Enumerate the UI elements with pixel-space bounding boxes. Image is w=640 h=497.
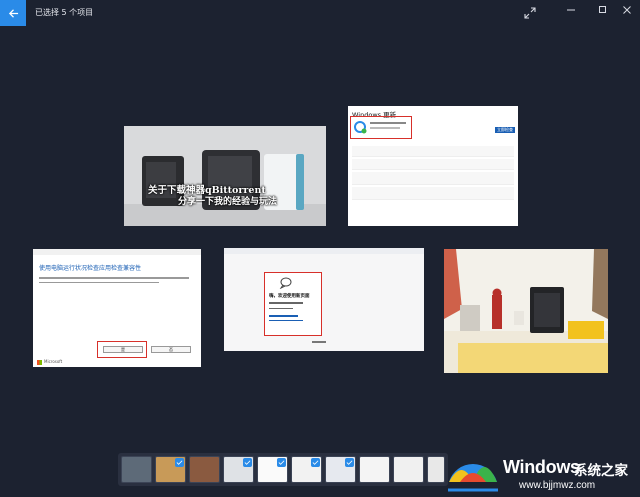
photo-new-page[interactable]: 嗨，欢迎使用新页面	[224, 248, 424, 351]
page-heading: 嗨，欢迎使用新页面	[269, 294, 310, 299]
photo-desk-nas[interactable]	[444, 249, 608, 373]
filmstrip	[118, 453, 448, 486]
photo-nas-devices[interactable]: 关于下载神器qBittorrent 分享一下我的经验与玩法	[124, 126, 326, 226]
thumbnail[interactable]	[393, 456, 424, 483]
title-bar: 已选择 5 个项目	[0, 0, 640, 26]
watermark-logo: Windows 系统之家 www.bjjmwz.com	[441, 438, 640, 497]
maximize-icon	[599, 6, 606, 13]
photo-pc-health-dialog[interactable]: 使用电脑运行状况检查应用检查兼容性 是 否 Microsoft	[33, 249, 201, 367]
update-status-bar-2	[370, 127, 400, 129]
no-button[interactable]: 否	[151, 346, 191, 353]
checkmark-icon	[243, 458, 252, 467]
thumbnail-selected[interactable]	[325, 456, 356, 483]
speech-bubble-icon	[279, 277, 292, 289]
thumbnail[interactable]	[359, 456, 390, 483]
minimize-icon	[567, 9, 575, 11]
dialog-titlebar	[33, 249, 201, 255]
thumbnail-selected[interactable]	[223, 456, 254, 483]
watermark-brand: Windows	[503, 457, 580, 477]
thumbnail-selected[interactable]	[155, 456, 186, 483]
minimize-button[interactable]	[556, 0, 586, 20]
sync-icon	[354, 121, 367, 134]
thumbnail[interactable]	[189, 456, 220, 483]
watermark-text: 系统之家	[574, 463, 628, 479]
settings-list	[352, 146, 514, 202]
check-updates-button[interactable]: 立即检查	[495, 127, 515, 133]
microsoft-logo-icon	[37, 360, 42, 365]
checkmark-icon	[175, 458, 184, 467]
nas-devices-illustration	[124, 126, 326, 226]
page-links	[269, 302, 317, 321]
thumbnail-selected[interactable]	[291, 456, 322, 483]
close-icon	[623, 6, 631, 14]
update-status-bar	[370, 122, 406, 124]
expand-icon[interactable]	[522, 5, 538, 21]
back-button[interactable]	[0, 0, 26, 26]
thumbnail[interactable]	[121, 456, 152, 483]
yes-button[interactable]: 是	[103, 346, 143, 353]
watermark-url: www.bjjmwz.com	[519, 480, 596, 491]
caption-line-2: 分享一下我的经验与玩法	[178, 197, 278, 207]
photo-windows-update[interactable]: Windows 更新 立即检查	[348, 106, 518, 226]
checkmark-icon	[277, 458, 286, 467]
dialog-body-text	[39, 277, 189, 283]
back-arrow-icon	[8, 8, 18, 18]
windows-logo-icon	[448, 464, 498, 492]
desk-photo-illustration	[444, 249, 608, 373]
page-footer	[312, 341, 326, 343]
window-title: 已选择 5 个项目	[35, 8, 94, 17]
dialog-title: 使用电脑运行状况检查应用检查兼容性	[39, 265, 142, 272]
microsoft-label: Microsoft	[44, 359, 63, 364]
browser-toolbar	[224, 248, 424, 254]
close-button[interactable]	[614, 0, 640, 20]
thumbnail-selected[interactable]	[257, 456, 288, 483]
checkmark-icon	[345, 458, 354, 467]
checkmark-icon	[311, 458, 320, 467]
